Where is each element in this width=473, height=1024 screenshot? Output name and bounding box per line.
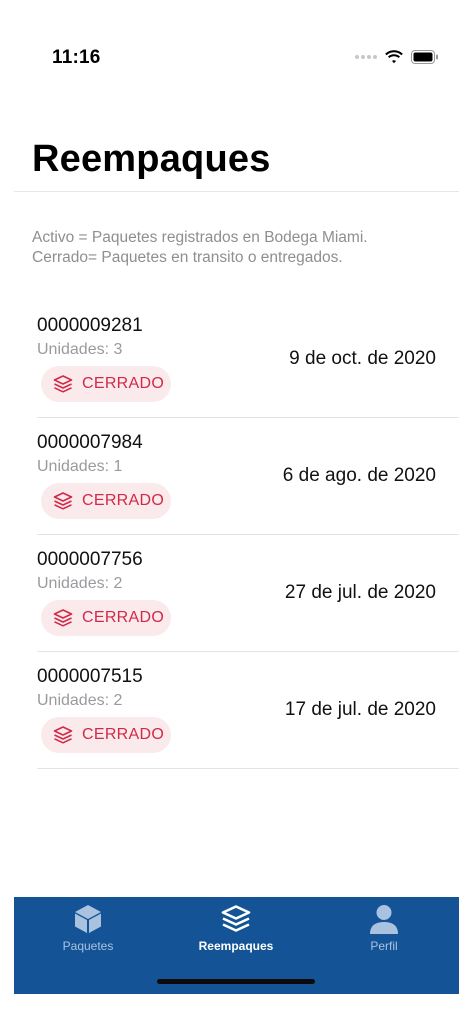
reempaque-id: 0000007756 xyxy=(37,549,143,570)
reempaque-units: Unidades: 2 xyxy=(37,692,123,709)
page-title: Reempaques xyxy=(32,138,271,180)
list-item[interactable]: 0000007515 Unidades: 2 CERRADO 17 de jul… xyxy=(37,652,459,769)
status-badge: CERRADO xyxy=(41,366,171,402)
reempaque-id: 0000007515 xyxy=(37,666,143,687)
status-badge: CERRADO xyxy=(41,600,171,636)
reempaque-units: Unidades: 2 xyxy=(37,575,123,592)
reempaque-list: 0000009281 Unidades: 3 CERRADO 9 de oct.… xyxy=(37,301,459,769)
home-indicator[interactable] xyxy=(157,979,315,984)
layers-icon xyxy=(53,492,73,510)
user-icon xyxy=(369,904,399,934)
legend-closed-line: Cerrado= Paquetes en transito o entregad… xyxy=(32,249,343,266)
tab-label: Paquetes xyxy=(62,939,114,953)
reempaque-id: 0000007984 xyxy=(37,432,143,453)
reempaque-units: Unidades: 1 xyxy=(37,458,123,475)
tab-reempaques[interactable]: Reempaques xyxy=(162,897,310,957)
tab-perfil[interactable]: Perfil xyxy=(310,897,458,957)
legend-active-line: Activo = Paquetes registrados en Bodega … xyxy=(32,229,368,246)
battery-icon xyxy=(411,50,438,64)
layers-icon xyxy=(53,375,73,393)
tab-label: Perfil xyxy=(370,939,398,953)
box-icon xyxy=(74,904,102,934)
status-bar: 11:16 xyxy=(0,0,473,90)
status-badge-label: CERRADO xyxy=(82,726,165,743)
status-badge-label: CERRADO xyxy=(82,375,165,392)
wifi-icon xyxy=(385,50,403,64)
list-item[interactable]: 0000009281 Unidades: 3 CERRADO 9 de oct.… xyxy=(37,301,459,418)
tab-paquetes[interactable]: Paquetes xyxy=(14,897,162,957)
status-badge-label: CERRADO xyxy=(82,492,165,509)
reempaque-date: 9 de oct. de 2020 xyxy=(289,348,436,369)
list-item[interactable]: 0000007756 Unidades: 2 CERRADO 27 de jul… xyxy=(37,535,459,652)
layers-icon xyxy=(53,609,73,627)
layers-icon xyxy=(53,726,73,744)
reempaque-date: 17 de jul. de 2020 xyxy=(284,699,436,720)
status-legend: Activo = Paquetes registrados en Bodega … xyxy=(32,228,368,268)
list-item[interactable]: 0000007984 Unidades: 1 CERRADO 6 de ago.… xyxy=(37,418,459,535)
layers-icon xyxy=(221,904,251,934)
status-icons xyxy=(355,50,439,64)
reempaque-id: 0000009281 xyxy=(37,315,143,336)
status-time: 11:16 xyxy=(52,47,101,68)
tab-bar: Paquetes Reempaques Perfil xyxy=(14,897,459,994)
status-badge-label: CERRADO xyxy=(82,609,165,626)
status-badge: CERRADO xyxy=(41,483,171,519)
reempaque-date: 27 de jul. de 2020 xyxy=(284,582,436,603)
cellular-signal-icon xyxy=(355,55,377,59)
status-badge: CERRADO xyxy=(41,717,171,753)
reempaque-units: Unidades: 3 xyxy=(37,341,123,358)
tab-label: Reempaques xyxy=(198,939,274,953)
reempaque-date: 6 de ago. de 2020 xyxy=(282,465,436,486)
title-divider xyxy=(14,191,459,192)
